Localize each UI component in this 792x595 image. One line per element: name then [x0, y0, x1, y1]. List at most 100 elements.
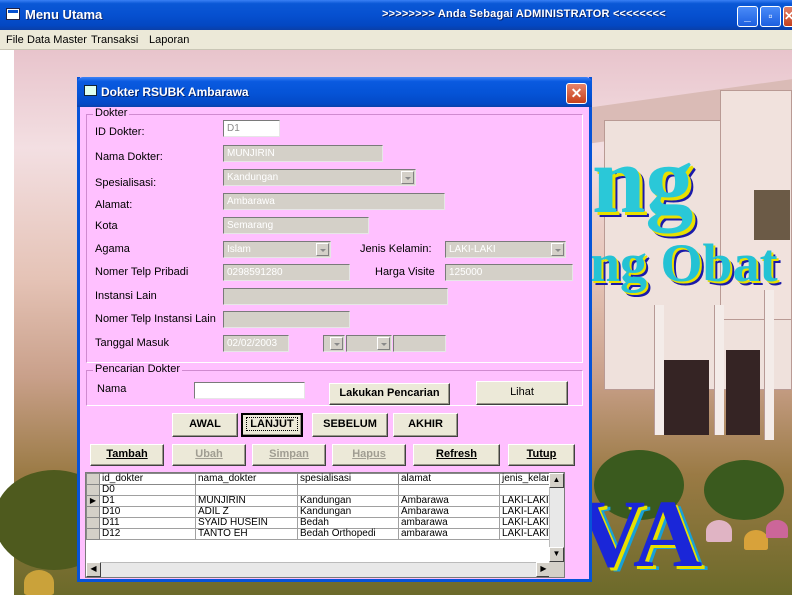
- col-header-id-dokter[interactable]: id_dokter: [99, 473, 196, 485]
- cell-nama-dokter[interactable]: SYAID HUSEIN: [195, 517, 298, 529]
- tanggal-year-field[interactable]: [393, 335, 446, 352]
- cell-alamat[interactable]: [398, 484, 500, 496]
- akhir-button[interactable]: AKHIR: [393, 413, 458, 437]
- kota-label: Kota: [95, 220, 118, 232]
- jenis-kelamin-select[interactable]: LAKI-LAKI: [445, 241, 566, 258]
- table-row[interactable]: D11 SYAID HUSEIN Bedah ambarawa LAKI-LAK…: [86, 517, 558, 529]
- cell-id-dokter[interactable]: D12: [99, 528, 196, 540]
- nama-dokter-field[interactable]: MUNJIRIN: [223, 145, 383, 162]
- telp-instansi-field[interactable]: [223, 311, 350, 328]
- telp-instansi-label: Nomer Telp Instansi Lain: [95, 313, 216, 325]
- cell-id-dokter[interactable]: D0: [99, 484, 196, 496]
- cell-spesialisasi[interactable]: Bedah: [297, 517, 399, 529]
- cell-alamat[interactable]: Ambarawa: [398, 495, 500, 507]
- menu-data-master[interactable]: Data Master: [27, 34, 87, 46]
- tanggal-month-select[interactable]: [346, 335, 392, 352]
- hapus-button[interactable]: Hapus: [332, 444, 406, 466]
- telp-pribadi-label: Nomer Telp Pribadi: [95, 266, 189, 278]
- chevron-down-icon[interactable]: [316, 243, 329, 256]
- cell-nama-dokter[interactable]: [195, 484, 298, 496]
- dialog-titlebar[interactable]: Dokter RSUBK Ambarawa ✕: [77, 77, 592, 107]
- table-row[interactable]: ▶ D1 MUNJIRIN Kandungan Ambarawa LAKI-LA…: [86, 495, 558, 507]
- jenis-kelamin-value: LAKI-LAKI: [449, 244, 496, 255]
- table-row[interactable]: D12 TANTO EH Bedah Orthopedi ambarawa LA…: [86, 528, 558, 540]
- awal-button[interactable]: AWAL: [172, 413, 238, 437]
- lakukan-pencarian-button[interactable]: Lakukan Pencarian: [329, 383, 450, 405]
- kota-field[interactable]: Semarang: [223, 217, 369, 234]
- close-window-icon[interactable]: ✕: [783, 6, 792, 27]
- dokter-data-grid[interactable]: id_dokter nama_dokter spesialisasi alama…: [85, 472, 565, 578]
- spesialisasi-label: Spesialisasi:: [95, 177, 157, 189]
- menu-transaksi[interactable]: Transaksi: [91, 34, 138, 46]
- scroll-down-icon[interactable]: ▼: [549, 547, 564, 562]
- table-row[interactable]: D0: [86, 484, 558, 496]
- background-text-3: VA: [576, 480, 703, 587]
- harga-visite-label: Harga Visite: [375, 266, 435, 278]
- lihat-button[interactable]: Lihat: [476, 381, 568, 405]
- refresh-button[interactable]: Refresh: [413, 444, 500, 466]
- cell-alamat[interactable]: ambarawa: [398, 528, 500, 540]
- agama-select[interactable]: Islam: [223, 241, 331, 258]
- scroll-up-icon[interactable]: ▲: [549, 473, 564, 488]
- chevron-down-icon[interactable]: [330, 337, 343, 350]
- cell-spesialisasi[interactable]: [297, 484, 399, 496]
- col-header-spesialisasi[interactable]: spesialisasi: [297, 473, 399, 485]
- row-indicator: [86, 528, 100, 540]
- tambah-button[interactable]: Tambah: [90, 444, 164, 466]
- table-row[interactable]: D10 ADIL Z Kandungan Ambarawa LAKI-LAKI: [86, 506, 558, 518]
- dialog-body: Dokter ID Dokter: D1 Nama Dokter: MUNJIR…: [80, 107, 589, 579]
- harga-visite-field[interactable]: 125000: [445, 264, 573, 281]
- alamat-field[interactable]: Ambarawa: [223, 193, 445, 210]
- dokter-dialog: Dokter RSUBK Ambarawa ✕ Dokter ID Dokter…: [77, 77, 592, 582]
- menu-file[interactable]: File: [6, 34, 24, 46]
- col-header-alamat[interactable]: alamat: [398, 473, 500, 485]
- menu-bar: File Data Master Transaksi Laporan: [0, 30, 792, 50]
- instansi-lain-field[interactable]: [223, 288, 448, 305]
- id-dokter-field[interactable]: D1: [223, 120, 280, 137]
- lanjut-button[interactable]: LANJUT: [241, 413, 303, 437]
- cell-id-dokter[interactable]: D10: [99, 506, 196, 518]
- hapus-label: Hapus: [352, 448, 386, 460]
- tanggal-masuk-label: Tanggal Masuk: [95, 337, 169, 349]
- chevron-down-icon[interactable]: [377, 337, 390, 350]
- sebelum-button[interactable]: SEBELUM: [312, 413, 388, 437]
- cell-id-dokter[interactable]: D11: [99, 517, 196, 529]
- chevron-down-icon[interactable]: [401, 171, 414, 184]
- search-input[interactable]: [194, 382, 305, 399]
- alamat-label: Alamat:: [95, 199, 133, 211]
- chevron-down-icon[interactable]: [551, 243, 564, 256]
- cell-spesialisasi[interactable]: Kandungan: [297, 495, 399, 507]
- maximize-icon[interactable]: ▫: [760, 6, 781, 27]
- cell-spesialisasi[interactable]: Kandungan: [297, 506, 399, 518]
- cell-alamat[interactable]: Ambarawa: [398, 506, 500, 518]
- ubah-button[interactable]: Ubah: [172, 444, 246, 466]
- close-icon[interactable]: ✕: [566, 83, 587, 104]
- tutup-button[interactable]: Tutup: [508, 444, 575, 466]
- cell-nama-dokter[interactable]: MUNJIRIN: [195, 495, 298, 507]
- tanggal-masuk-field[interactable]: 02/02/2003: [223, 335, 289, 352]
- cell-nama-dokter[interactable]: TANTO EH: [195, 528, 298, 540]
- spesialisasi-value: Kandungan: [227, 172, 279, 183]
- simpan-button[interactable]: Simpan: [252, 444, 326, 466]
- minimize-icon[interactable]: _: [737, 6, 758, 27]
- grid-corner-cell: [86, 473, 100, 485]
- grid-horizontal-scrollbar[interactable]: ◀ ▶: [86, 562, 551, 577]
- scroll-left-icon[interactable]: ◀: [86, 562, 101, 577]
- cell-nama-dokter[interactable]: ADIL Z: [195, 506, 298, 518]
- tambah-label: Tambah: [106, 448, 148, 460]
- cell-id-dokter[interactable]: D1: [99, 495, 196, 507]
- refresh-label: Refresh: [436, 448, 477, 460]
- background-text-2: ng Obat: [590, 233, 778, 293]
- spesialisasi-select[interactable]: Kandungan: [223, 169, 416, 186]
- grid-vertical-scrollbar[interactable]: ▲ ▼: [549, 473, 564, 562]
- cell-spesialisasi[interactable]: Bedah Orthopedi: [297, 528, 399, 540]
- telp-pribadi-field[interactable]: 0298591280: [223, 264, 350, 281]
- background-text-1: ng: [592, 126, 694, 233]
- tanggal-day-select[interactable]: [323, 335, 345, 352]
- agama-value: Islam: [227, 244, 251, 255]
- user-role-status: >>>>>>>> Anda Sebagai ADMINISTRATOR <<<<…: [382, 8, 666, 20]
- cell-alamat[interactable]: ambarawa: [398, 517, 500, 529]
- col-header-nama-dokter[interactable]: nama_dokter: [195, 473, 298, 485]
- menu-laporan[interactable]: Laporan: [149, 34, 189, 46]
- scrollbar-corner: [549, 562, 564, 577]
